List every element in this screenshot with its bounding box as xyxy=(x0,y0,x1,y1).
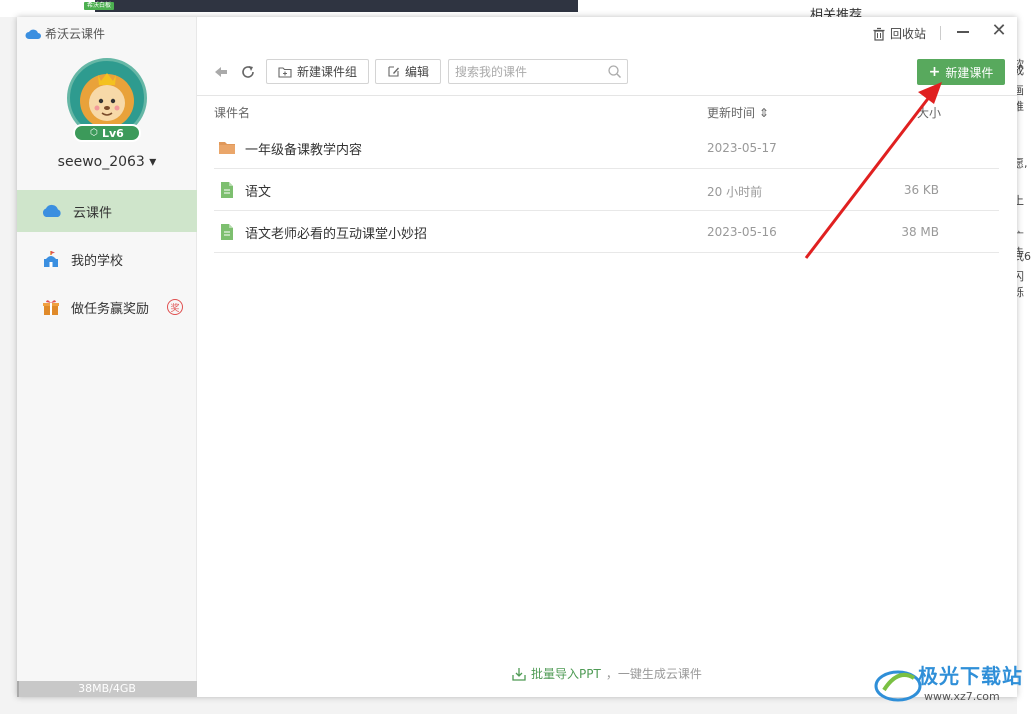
gift-icon xyxy=(43,300,59,315)
background-strip-badge: 希沃白板 xyxy=(84,2,115,10)
sidebar-nav: 云课件 我的学校 做任务赢奖励 奖 xyxy=(17,190,197,334)
storage-label: 38MB/4GB xyxy=(78,682,136,695)
row-name: 语文老师必看的互动课堂小妙招 xyxy=(245,227,428,242)
row-name: 一年级备课教学内容 xyxy=(245,143,363,158)
recycle-bin-button[interactable]: 回收站 xyxy=(872,25,926,42)
watermark-url: www.xz7.com xyxy=(924,690,1000,703)
close-button[interactable]: ✕ xyxy=(989,21,1009,41)
search-box[interactable] xyxy=(448,59,628,84)
cloud-icon xyxy=(42,204,61,217)
storage-bar: 38MB/4GB xyxy=(17,681,197,697)
table-row[interactable]: 语文 20 小时前 36 KB xyxy=(214,169,999,211)
column-header-size: 大小 xyxy=(917,106,942,120)
new-courseware-button[interactable]: + 新建课件 xyxy=(917,59,1005,85)
sidebar-item-cloud-courseware[interactable]: 云课件 xyxy=(17,190,197,232)
level-label: Lv6 xyxy=(102,126,124,140)
sidebar-item-my-school[interactable]: 我的学校 xyxy=(17,238,197,280)
search-icon[interactable] xyxy=(607,64,622,79)
column-header-name: 课件名 xyxy=(214,106,251,120)
folder-icon xyxy=(219,142,235,154)
edit-button[interactable]: 编辑 xyxy=(375,59,441,84)
brand-name: 希沃云课件 xyxy=(45,27,106,41)
level-badge: ⬡ Lv6 xyxy=(73,124,141,142)
sidebar-item-label: 云课件 xyxy=(73,205,113,221)
sidebar-item-label: 做任务赢奖励 xyxy=(71,301,150,317)
column-header-time[interactable]: 更新时间 ⇕ xyxy=(707,104,769,121)
back-arrow-icon[interactable] xyxy=(213,64,229,80)
cloud-logo-icon xyxy=(25,29,41,39)
sidebar: 希沃云课件 ⬡ Lv6 seewo_2063 ▾ 云课件 我的学校 做任务赢奖励… xyxy=(17,17,197,697)
refresh-icon[interactable] xyxy=(240,64,256,80)
file-icon xyxy=(221,224,233,240)
row-name: 语文 xyxy=(245,185,272,200)
row-time: 2023-05-16 xyxy=(707,225,777,239)
recycle-bin-label: 回收站 xyxy=(890,27,927,41)
sidebar-item-task-reward[interactable]: 做任务赢奖励 奖 xyxy=(17,286,197,328)
new-group-label: 新建课件组 xyxy=(296,65,357,79)
batch-import-link[interactable]: 批量导入PPT xyxy=(531,665,601,682)
table-row[interactable]: 一年级备课教学内容 2023-05-17 xyxy=(214,127,999,169)
row-time: 20 小时前 xyxy=(707,185,763,199)
edit-label: 编辑 xyxy=(404,65,429,79)
watermark-text: 极光下载站 xyxy=(918,664,1023,688)
folder-plus-icon xyxy=(278,66,292,78)
reward-badge: 奖 xyxy=(167,299,183,315)
storage-used-fill xyxy=(17,681,19,697)
username-dropdown[interactable]: seewo_2063 ▾ xyxy=(17,154,197,170)
search-input[interactable] xyxy=(449,60,599,83)
edit-icon xyxy=(388,66,399,77)
sidebar-item-label: 我的学校 xyxy=(71,253,124,269)
plus-icon: + xyxy=(928,64,941,80)
batch-import-footer: 批量导入PPT ，一键生成云课件 xyxy=(512,665,702,682)
row-time: 2023-05-17 xyxy=(707,141,777,155)
table-row[interactable]: 语文老师必看的互动课堂小妙招 2023-05-16 38 MB xyxy=(214,211,999,253)
row-size: 38 MB xyxy=(901,225,939,239)
minimize-button[interactable] xyxy=(957,31,969,33)
import-icon xyxy=(512,667,526,681)
level-shield-icon: ⬡ xyxy=(90,128,98,138)
background-window-strip xyxy=(95,0,578,12)
trash-icon xyxy=(873,27,885,41)
file-icon xyxy=(221,182,233,198)
row-size: 36 KB xyxy=(903,183,939,197)
batch-import-hint: ，一键生成云课件 xyxy=(605,667,702,681)
controls-divider xyxy=(940,26,941,40)
toolbar-divider xyxy=(197,95,1017,96)
new-courseware-label: 新建课件 xyxy=(945,65,994,80)
courseware-window: 希沃云课件 ⬡ Lv6 seewo_2063 ▾ 云课件 我的学校 做任务赢奖励… xyxy=(17,17,1017,697)
school-icon xyxy=(44,251,58,267)
new-group-button[interactable]: 新建课件组 xyxy=(266,59,369,84)
brand: 希沃云课件 xyxy=(25,25,105,42)
